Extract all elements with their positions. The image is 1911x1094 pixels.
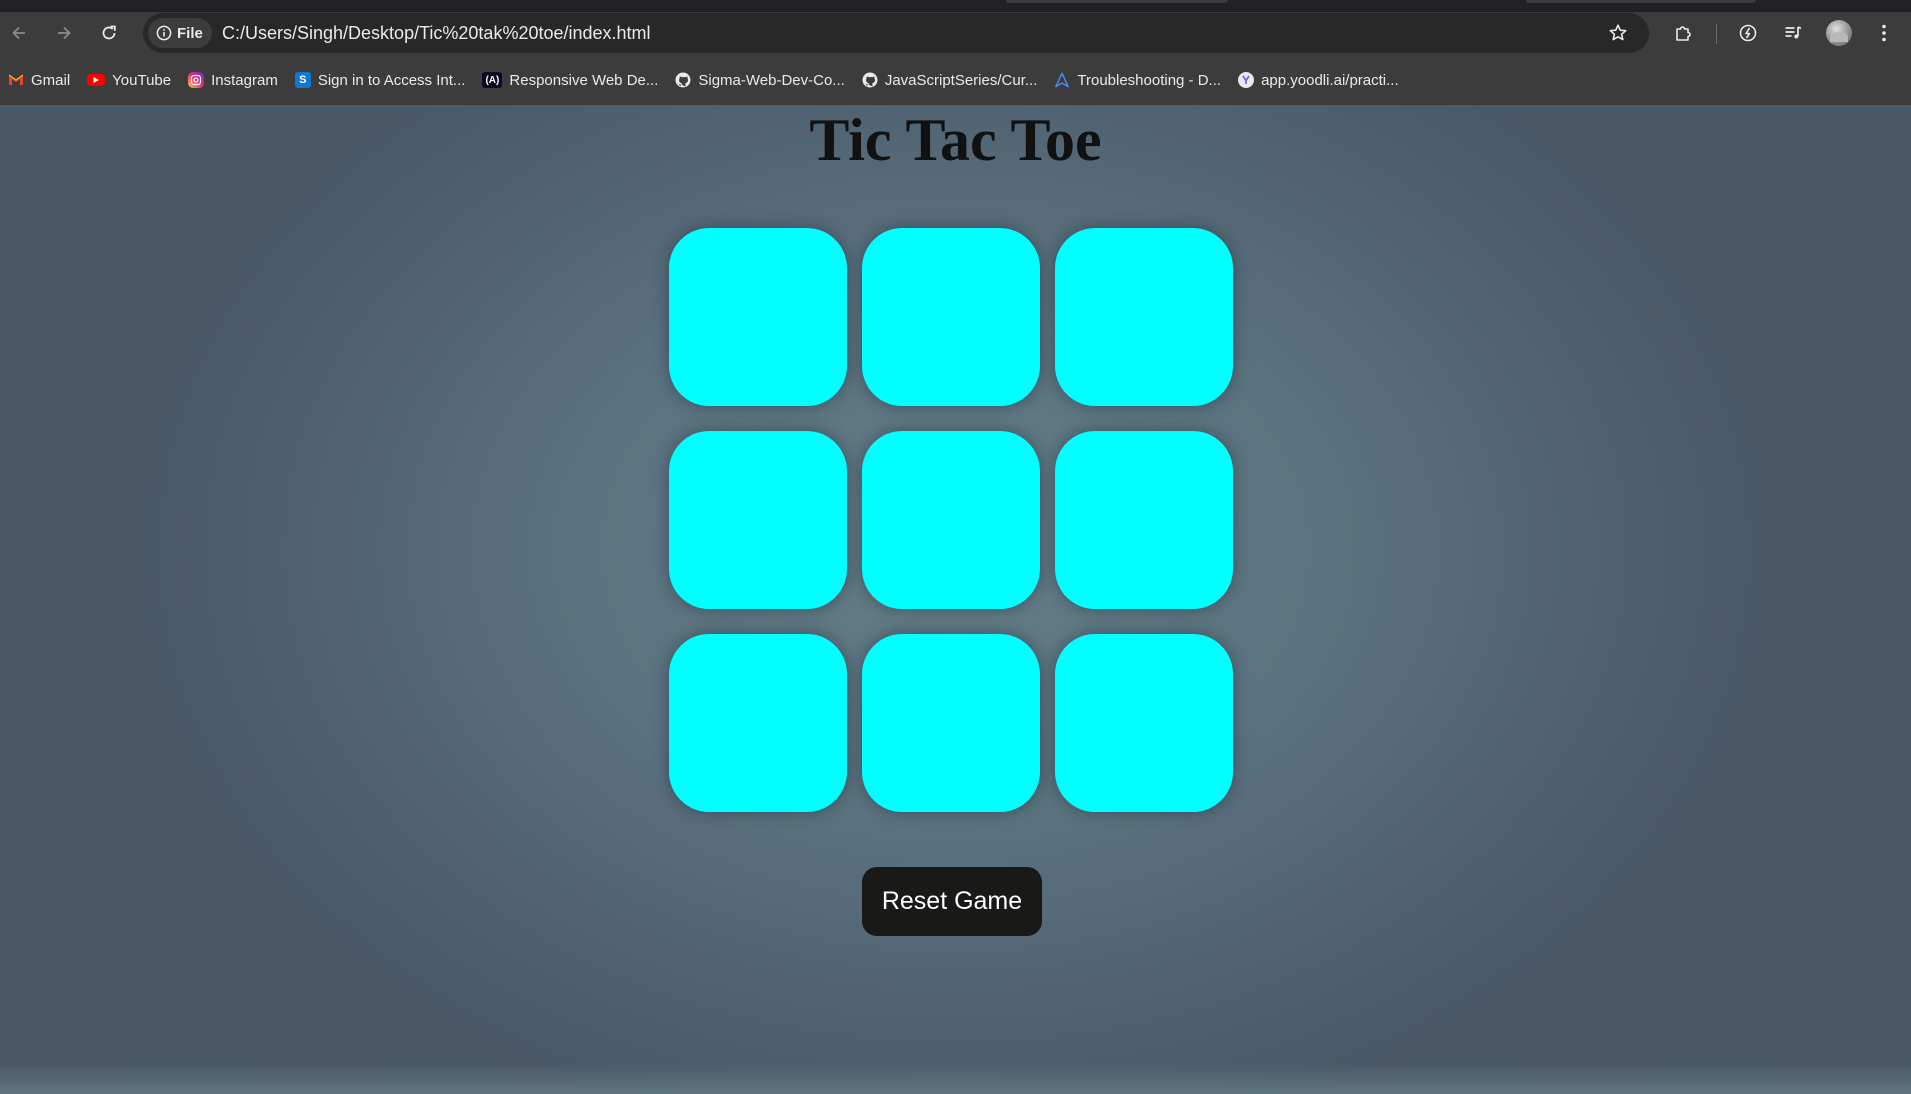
tab[interactable]	[1526, 0, 1756, 3]
page-title: Tic Tac Toe	[809, 107, 1102, 173]
github-icon	[675, 72, 691, 88]
forward-button[interactable]	[48, 17, 80, 49]
game-board	[669, 228, 1237, 812]
github-icon	[862, 72, 878, 88]
bookmark-github-javascript[interactable]: JavaScriptSeries/Cur...	[862, 66, 1038, 94]
browser-menu-button[interactable]	[1868, 17, 1900, 49]
freecodecamp-icon: (A)	[482, 72, 503, 88]
bookmark-label: Sigma-Web-Dev-Co...	[698, 71, 845, 89]
instagram-icon	[188, 72, 205, 88]
browser-toolbar: File C:/Users/Singh/Desktop/Tic%20tak%20…	[0, 12, 1911, 54]
bookmark-label: Responsive Web De...	[509, 71, 659, 89]
bookmark-star-button[interactable]	[1602, 18, 1634, 48]
bookmark-label: app.yoodli.ai/practi...	[1261, 71, 1399, 89]
gmail-icon	[8, 72, 24, 88]
info-icon	[156, 25, 172, 41]
bookmarks-bar: Gmail YouTube Instagram S Sign in to Acc…	[0, 64, 1911, 96]
board-cell-5[interactable]	[862, 431, 1040, 609]
bookmark-youtube[interactable]: YouTube	[87, 66, 171, 94]
bookmark-label: Troubleshooting - D...	[1077, 71, 1222, 89]
profile-avatar[interactable]	[1826, 20, 1852, 46]
board-cell-2[interactable]	[862, 228, 1040, 406]
bookmark-github-sigma[interactable]: Sigma-Web-Dev-Co...	[675, 66, 845, 94]
bookmark-sharepoint[interactable]: S Sign in to Access Int...	[294, 66, 466, 94]
star-icon	[1609, 24, 1627, 41]
back-button[interactable]	[3, 17, 35, 49]
bookmark-gmail[interactable]: Gmail	[8, 66, 70, 94]
youtube-icon	[87, 74, 106, 86]
board-cell-3[interactable]	[1055, 228, 1233, 406]
board-cell-7[interactable]	[669, 634, 847, 812]
toolbar-separator	[1716, 24, 1717, 44]
arrow-a-icon	[1054, 72, 1070, 88]
extensions-button[interactable]	[1667, 17, 1699, 49]
bookmark-instagram[interactable]: Instagram	[188, 66, 278, 94]
bookmark-label: Gmail	[31, 71, 71, 89]
bookmark-yoodli[interactable]: app.yoodli.ai/practi...	[1238, 66, 1399, 94]
url-text[interactable]: C:/Users/Singh/Desktop/Tic%20tak%20toe/i…	[222, 23, 651, 44]
bookmark-label: YouTube	[112, 71, 172, 89]
bookmark-label: Instagram	[211, 71, 278, 89]
reload-icon	[102, 25, 116, 40]
site-info-label: File	[177, 24, 203, 42]
media-control-button[interactable]	[1777, 17, 1809, 49]
page-viewport: Tic Tac Toe Reset Game	[0, 105, 1911, 1094]
forward-arrow-icon	[58, 26, 71, 40]
tab-strip	[0, 0, 1911, 12]
back-arrow-icon	[12, 26, 25, 40]
kebab-menu-icon	[1882, 24, 1886, 42]
tab[interactable]	[1006, 0, 1228, 3]
board-cell-6[interactable]	[1055, 431, 1233, 609]
page-bottom-glow	[0, 1064, 1911, 1094]
board-cell-1[interactable]	[669, 228, 847, 406]
board-cell-4[interactable]	[669, 431, 847, 609]
bookmark-troubleshooting[interactable]: Troubleshooting - D...	[1054, 66, 1221, 94]
yoodli-icon	[1238, 72, 1255, 88]
performance-button[interactable]	[1732, 17, 1764, 49]
bookmark-freecodecamp[interactable]: (A) Responsive Web De...	[482, 66, 658, 94]
bookmark-label: JavaScriptSeries/Cur...	[884, 71, 1038, 89]
address-bar[interactable]: File C:/Users/Singh/Desktop/Tic%20tak%20…	[143, 13, 1649, 53]
sharepoint-icon: S	[294, 72, 311, 88]
puzzle-icon	[1676, 26, 1691, 41]
reload-button[interactable]	[93, 17, 125, 49]
board-cell-9[interactable]	[1055, 634, 1233, 812]
board-cell-8[interactable]	[862, 634, 1040, 812]
bookmark-label: Sign in to Access Int...	[317, 71, 466, 89]
reset-game-button[interactable]: Reset Game	[862, 867, 1042, 936]
site-info-chip[interactable]: File	[148, 18, 212, 48]
playlist-music-icon	[1785, 26, 1802, 39]
speedometer-icon	[1739, 24, 1757, 42]
browser-chrome: File C:/Users/Singh/Desktop/Tic%20tak%20…	[0, 0, 1911, 105]
